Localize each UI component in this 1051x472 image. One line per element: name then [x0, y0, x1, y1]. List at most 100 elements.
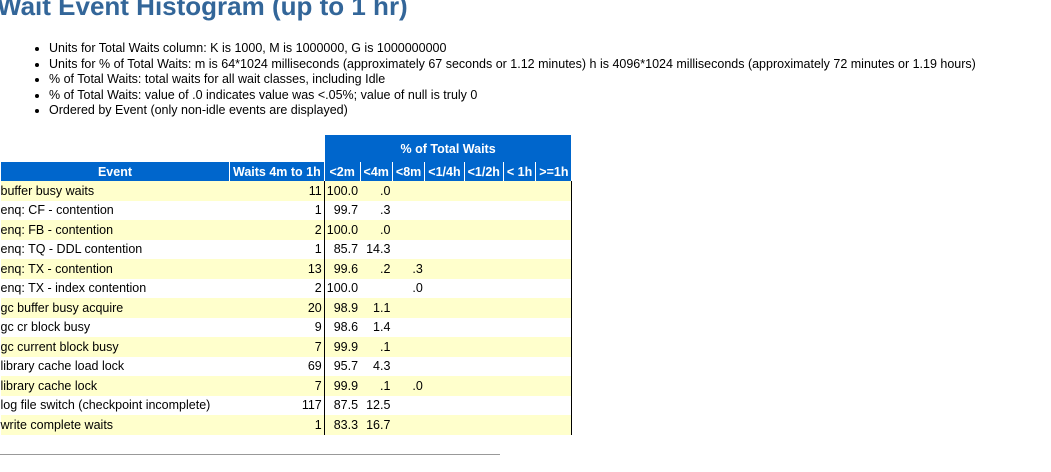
pct-cell	[424, 317, 465, 337]
pct-cell	[535, 395, 572, 415]
pct-cell: 99.9	[324, 376, 361, 396]
event-cell: gc buffer busy acquire	[0, 298, 230, 318]
pct-cell	[464, 415, 504, 435]
pct-cell	[503, 278, 536, 298]
waits-cell: 117	[229, 395, 325, 415]
pct-cell	[424, 395, 465, 415]
waits-cell: 11	[229, 181, 325, 201]
pct-cell: 85.7	[324, 239, 361, 259]
table-row: gc cr block busy 9 98.6 1.4	[0, 317, 572, 337]
pct-cell	[503, 395, 536, 415]
event-cell: log file switch (checkpoint incomplete)	[0, 395, 230, 415]
waits-cell: 7	[229, 337, 325, 357]
pct-cell	[464, 376, 504, 396]
pct-cell: .0	[360, 220, 393, 240]
pct-cell	[535, 181, 572, 201]
table-row: write complete waits 1 83.3 16.7	[0, 415, 572, 435]
pct-cell	[464, 200, 504, 220]
pct-cell	[503, 317, 536, 337]
event-cell: enq: TX - index contention	[0, 278, 230, 298]
pct-cell: .3	[392, 259, 425, 279]
pct-cell	[392, 337, 425, 357]
table-row: enq: FB - contention 2 100.0.0	[0, 220, 572, 240]
pct-cell	[503, 337, 536, 357]
pct-cell: 100.0	[324, 220, 361, 240]
pct-cell	[392, 317, 425, 337]
pct-cell: 1.1	[360, 298, 393, 318]
pct-cell	[464, 395, 504, 415]
waits-cell: 2	[229, 278, 325, 298]
pct-cell	[392, 239, 425, 259]
table-row: enq: TX - index contention 2 100.0 .0	[0, 278, 572, 298]
pct-cell	[464, 298, 504, 318]
waits-cell: 20	[229, 298, 325, 318]
event-cell: write complete waits	[0, 415, 230, 435]
pct-cell	[503, 220, 536, 240]
event-cell: buffer busy waits	[0, 181, 230, 201]
header-spacer	[0, 135, 325, 162]
pct-cell	[392, 220, 425, 240]
note-item: Units for % of Total Waits: m is 64*1024…	[49, 57, 976, 73]
notes-list: Units for Total Waits column: K is 1000,…	[0, 41, 976, 119]
pct-cell	[424, 356, 465, 376]
table-row: buffer busy waits 11 100.0.0	[0, 181, 572, 201]
pct-cell: 99.7	[324, 200, 361, 220]
pct-cell	[424, 278, 465, 298]
pct-cell	[464, 239, 504, 259]
col-header-lt-1h: < 1h	[502, 162, 536, 181]
pct-cell: 98.6	[324, 317, 361, 337]
pct-cell: 99.9	[324, 337, 361, 357]
pct-cell	[503, 376, 536, 396]
pct-cell: .0	[360, 181, 393, 201]
col-header-ge-1h: >=1h	[535, 162, 572, 181]
waits-cell: 9	[229, 317, 325, 337]
pct-cell: 83.3	[324, 415, 361, 435]
pct-cell: 14.3	[360, 239, 393, 259]
col-header-lt-8m: <8m	[391, 162, 425, 181]
event-cell: enq: TQ - DDL contention	[0, 239, 230, 259]
pct-cell: .3	[360, 200, 393, 220]
pct-cell: .1	[360, 376, 393, 396]
pct-cell	[464, 356, 504, 376]
note-item: Units for Total Waits column: K is 1000,…	[49, 41, 976, 57]
pct-cell	[464, 181, 504, 201]
pct-cell: .2	[360, 259, 393, 279]
pct-cell	[424, 220, 465, 240]
event-cell: enq: CF - contention	[0, 200, 230, 220]
event-cell: enq: TX - contention	[0, 259, 230, 279]
column-header-row: Event Waits 4m to 1h <2m <4m <8m <1/4h <…	[0, 162, 572, 181]
pct-cell: 87.5	[324, 395, 361, 415]
pct-cell	[424, 239, 465, 259]
pct-cell	[424, 200, 465, 220]
pct-cell	[535, 278, 572, 298]
pct-cell	[503, 415, 536, 435]
pct-cell	[464, 278, 504, 298]
page-title: Wait Event Histogram (up to 1 hr)	[0, 0, 408, 21]
pct-cell	[535, 200, 572, 220]
pct-cell: 100.0	[324, 181, 361, 201]
table-row: enq: TX - contention 13 99.6.2.3	[0, 259, 572, 279]
pct-cell	[535, 298, 572, 318]
pct-cell	[464, 317, 504, 337]
pct-cell: .0	[392, 278, 425, 298]
pct-cell: 100.0	[324, 278, 361, 298]
table-row: library cache load lock 69 95.7 4.3	[0, 356, 572, 376]
pct-cell	[424, 181, 465, 201]
pct-cell: 4.3	[360, 356, 393, 376]
group-header-row: % of Total Waits	[0, 135, 572, 162]
pct-cell	[535, 220, 572, 240]
pct-cell	[424, 337, 465, 357]
table-row: enq: TQ - DDL contention 1 85.7 14.3	[0, 239, 572, 259]
pct-cell	[424, 376, 465, 396]
event-cell: library cache load lock	[0, 356, 230, 376]
pct-cell	[503, 356, 536, 376]
table-body: buffer busy waits 11 100.0.0 enq: CF - cont…	[0, 181, 572, 435]
pct-cell	[360, 278, 393, 298]
event-cell: gc current block busy	[0, 337, 230, 357]
pct-cell	[424, 298, 465, 318]
pct-cell: 16.7	[360, 415, 393, 435]
waits-cell: 7	[229, 376, 325, 396]
note-item: Ordered by Event (only non-idle events a…	[49, 103, 976, 119]
pct-cell: 1.4	[360, 317, 393, 337]
pct-cell	[503, 239, 536, 259]
